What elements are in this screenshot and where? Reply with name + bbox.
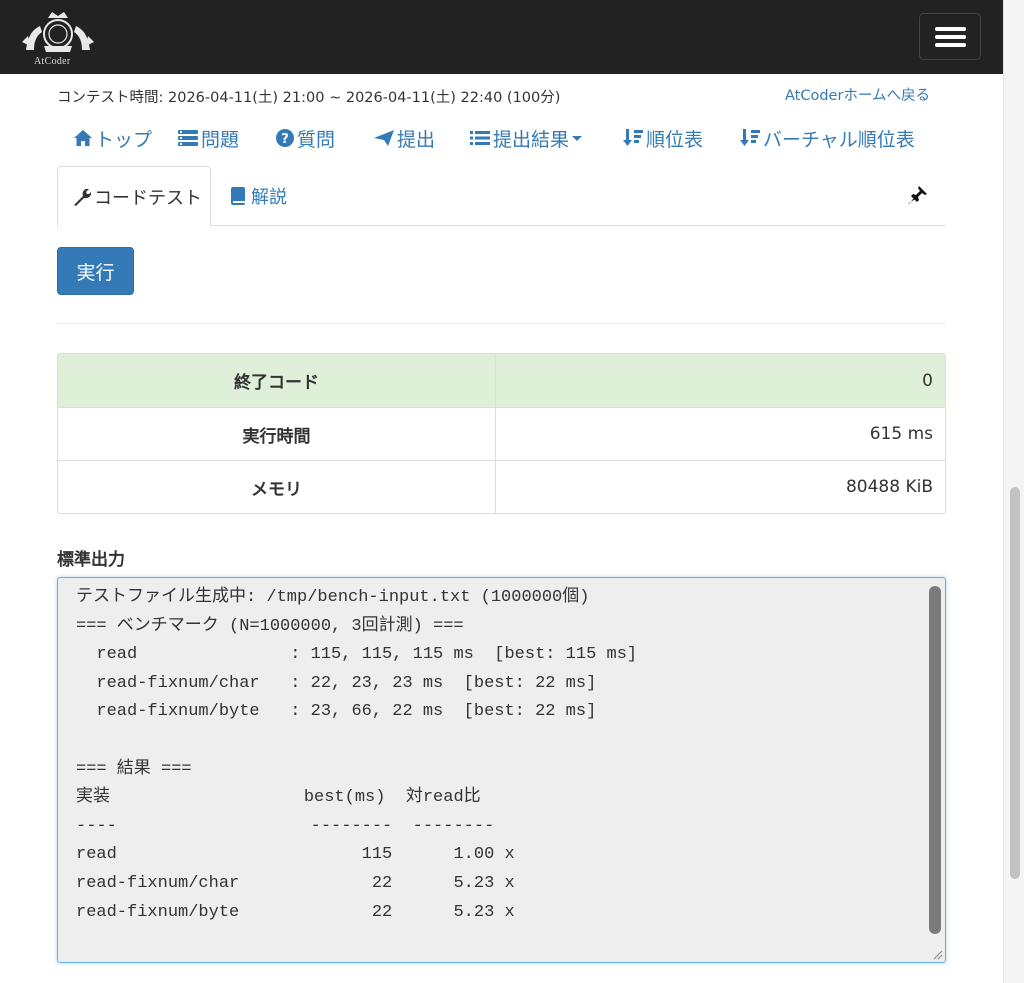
- sort-amount-icon: [740, 129, 760, 146]
- run-button[interactable]: 実行: [57, 247, 134, 295]
- nav-standings-label: 順位表: [646, 128, 704, 151]
- resize-handle-icon[interactable]: [931, 948, 943, 960]
- send-icon: [374, 130, 394, 146]
- memory-label: メモリ: [58, 461, 496, 513]
- tab-editorial-label: 解説: [251, 187, 287, 208]
- caret-down-icon: [572, 136, 583, 141]
- table-row: メモリ 80488 KiB: [58, 460, 945, 513]
- hamburger-menu-button[interactable]: [919, 13, 981, 60]
- divider: [57, 323, 946, 324]
- logo-text: AtCoder: [34, 56, 71, 67]
- nav-virtual-standings[interactable]: バーチャル順位表: [739, 118, 915, 158]
- tabs: コードテスト 解説: [57, 166, 946, 227]
- hamburger-icon-bar: [935, 35, 966, 39]
- tab-code-test[interactable]: コードテスト: [57, 166, 211, 227]
- page-scrollbar[interactable]: [1003, 0, 1024, 983]
- pin-icon[interactable]: [907, 184, 929, 206]
- sort-amount-icon: [623, 129, 643, 146]
- exit-code-value: 0: [922, 370, 933, 391]
- nav-results-dropdown[interactable]: 提出結果: [469, 118, 585, 158]
- page-scrollbar-thumb[interactable]: [1010, 487, 1020, 879]
- stdout-label: 標準出力: [57, 550, 125, 570]
- exit-code-label: 終了コード: [58, 354, 496, 407]
- list-icon: [470, 131, 490, 145]
- stdout-scrollbar[interactable]: [929, 586, 941, 934]
- tasks-icon: [178, 130, 198, 146]
- nav-top-label: トップ: [95, 128, 153, 151]
- nav-results-label: 提出結果: [493, 128, 570, 151]
- exec-time-label: 実行時間: [58, 408, 496, 460]
- nav-standings[interactable]: 順位表: [622, 118, 703, 158]
- svg-text:?: ?: [281, 132, 289, 147]
- nav-top[interactable]: トップ: [73, 118, 152, 158]
- wrench-icon: [74, 188, 92, 206]
- exec-time-value: 615 ms: [869, 424, 933, 444]
- book-icon: [231, 187, 245, 205]
- nav-problems[interactable]: 問題: [177, 118, 239, 158]
- top-navbar: AtCoder: [0, 0, 1003, 74]
- tab-editorial[interactable]: 解説: [229, 166, 287, 226]
- stdout-content: テストファイル生成中: /tmp/bench-input.txt (100000…: [76, 588, 638, 922]
- nav-submit-label: 提出: [397, 128, 436, 151]
- nav-questions[interactable]: ? 質問: [275, 118, 335, 158]
- table-row: 終了コード 0: [58, 354, 945, 407]
- hamburger-icon: [935, 27, 966, 31]
- tab-code-test-label: コードテスト: [94, 187, 202, 209]
- result-table: 終了コード 0 実行時間 615 ms メモリ 80488 KiB: [57, 353, 946, 514]
- atcoder-home-link[interactable]: AtCoderホームへ戻る: [785, 84, 930, 105]
- contest-time: コンテスト時間: 2026-04-11(土) 21:00 ~ 2026-04-1…: [57, 90, 561, 106]
- hamburger-icon-bar: [935, 43, 966, 47]
- table-row: 実行時間 615 ms: [58, 407, 945, 460]
- question-circle-icon: ?: [276, 129, 294, 147]
- memory-value: 80488 KiB: [845, 477, 933, 497]
- stdout-textarea[interactable]: テストファイル生成中: /tmp/bench-input.txt (100000…: [57, 577, 946, 963]
- nav-submit[interactable]: 提出: [373, 118, 435, 158]
- home-icon: [74, 130, 92, 146]
- nav-virtual-standings-label: バーチャル順位表: [763, 128, 915, 151]
- nav-questions-label: 質問: [297, 128, 336, 151]
- nav-problems-label: 問題: [201, 128, 240, 151]
